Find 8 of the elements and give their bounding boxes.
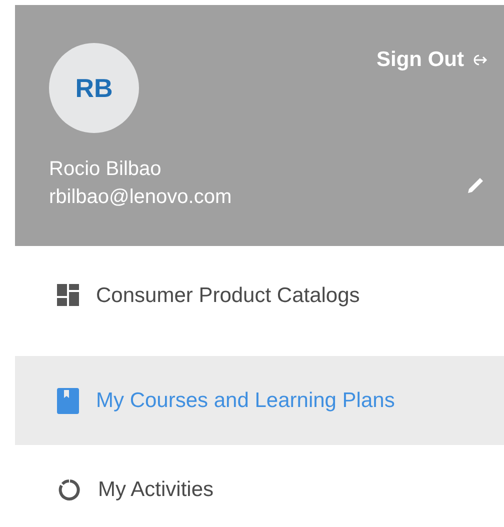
dashboard-icon xyxy=(57,284,79,306)
menu-item[interactable]: My Activities xyxy=(15,445,504,527)
user-name: Rocio Bilbao xyxy=(49,157,162,182)
menu-item[interactable]: Consumer Product Catalogs xyxy=(15,284,504,344)
avatar: RB xyxy=(49,43,139,133)
user-email: rbilbao@lenovo.com xyxy=(49,185,232,210)
book-icon xyxy=(57,388,79,414)
edit-icon[interactable] xyxy=(466,175,486,195)
